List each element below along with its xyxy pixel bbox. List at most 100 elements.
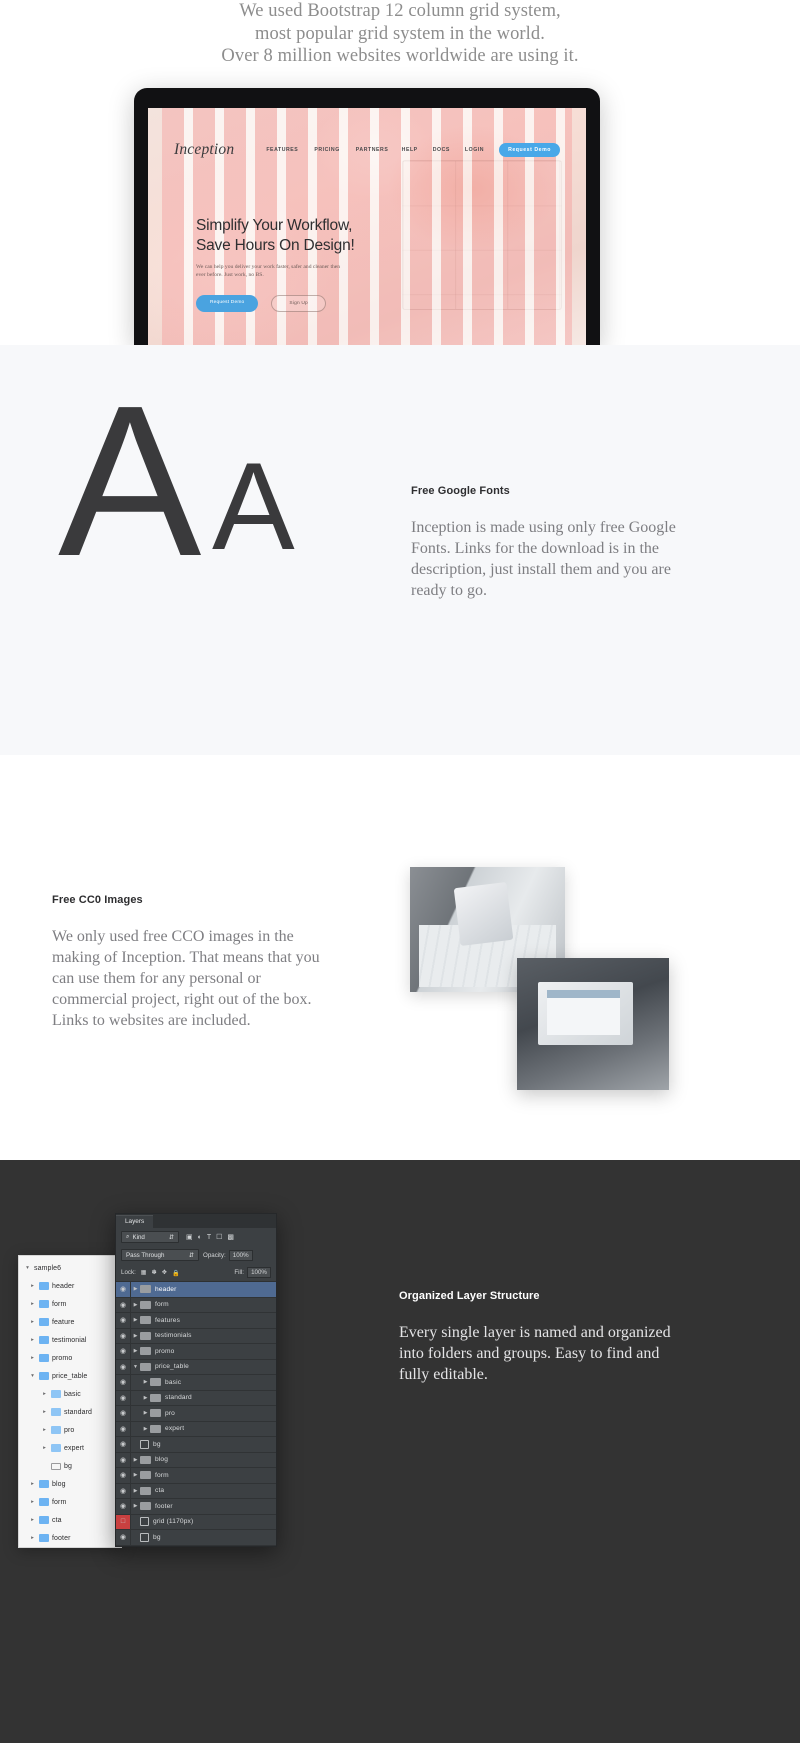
eye-visibility-toggle[interactable]: ◉ xyxy=(116,1297,131,1312)
finder-item-pro[interactable]: ▸ pro xyxy=(19,1421,121,1439)
site-logo[interactable]: Inception xyxy=(174,141,234,159)
blend-mode-select[interactable]: Pass Through ⇵ xyxy=(121,1249,199,1261)
chevron-down-icon[interactable]: ▾ xyxy=(29,1373,36,1379)
chevron-right-icon[interactable]: ▸ xyxy=(29,1481,36,1487)
chevron-right-icon[interactable]: ▶ xyxy=(131,1503,140,1509)
chevron-right-icon[interactable]: ▸ xyxy=(41,1409,48,1415)
finder-item-standard[interactable]: ▸ standard xyxy=(19,1403,121,1421)
layer-row[interactable]: ◉ bg xyxy=(116,1530,276,1546)
lock-icon[interactable]: 🔒 xyxy=(172,1269,180,1277)
tab-layers[interactable]: Layers xyxy=(116,1215,154,1228)
layer-row[interactable]: ◉ ▶ expert xyxy=(116,1421,276,1437)
hero-request-demo-button[interactable]: Request Demo xyxy=(196,295,259,313)
chevron-right-icon[interactable]: ▶ xyxy=(141,1410,150,1416)
chevron-right-icon[interactable]: ▸ xyxy=(29,1517,36,1523)
finder-item-cta[interactable]: ▸ cta xyxy=(19,1511,121,1529)
eye-visibility-toggle[interactable]: ◉ xyxy=(116,1421,131,1436)
chevron-right-icon[interactable]: ▸ xyxy=(41,1391,48,1397)
chevron-right-icon[interactable]: ▶ xyxy=(131,1472,140,1478)
opacity-control[interactable]: Opacity: 100% xyxy=(203,1249,253,1261)
nav-item-features[interactable]: FEATURES xyxy=(266,147,298,153)
chevron-right-icon[interactable]: ▶ xyxy=(131,1348,140,1354)
layer-row[interactable]: ◉ ▶ basic xyxy=(116,1375,276,1391)
nav-item-login[interactable]: LOGIN xyxy=(465,147,484,153)
photoshop-layers-panel[interactable]: Layers ⌕ Kind ⇵ ▣ ◐ T ☐ ▩ Pass Through ⇵… xyxy=(115,1213,277,1547)
finder-item-bg[interactable]: bg xyxy=(19,1457,121,1475)
layer-row[interactable]: ◉ ▶ testimonials xyxy=(116,1328,276,1344)
eye-visibility-toggle[interactable]: ◉ xyxy=(116,1359,131,1374)
hero-sign-up-button[interactable]: Sign Up xyxy=(271,295,326,313)
eye-visibility-toggle[interactable]: ◉ xyxy=(116,1282,131,1297)
layer-row[interactable]: ◉ ▶ standard xyxy=(116,1390,276,1406)
chevron-right-icon[interactable]: ▶ xyxy=(131,1286,140,1292)
chevron-right-icon[interactable]: ▶ xyxy=(131,1317,140,1323)
eye-visibility-toggle[interactable]: ◉ xyxy=(116,1344,131,1359)
finder-root-row[interactable]: ▾ sample6 xyxy=(19,1259,121,1277)
layer-row[interactable]: ◉ bg xyxy=(116,1437,276,1453)
layer-row[interactable]: ◉ ▶ blog xyxy=(116,1452,276,1468)
eye-visibility-toggle[interactable]: ◉ xyxy=(116,1313,131,1328)
eye-visibility-toggle[interactable]: ◉ xyxy=(116,1390,131,1405)
finder-file-tree[interactable]: ▾ sample6 ▸ header ▸ form ▸ feature ▸ testimoni… xyxy=(18,1255,122,1548)
eye-visibility-toggle[interactable]: ◉ xyxy=(116,1375,131,1390)
finder-item-form[interactable]: ▸ form xyxy=(19,1493,121,1511)
chevron-right-icon[interactable]: ▸ xyxy=(29,1499,36,1505)
layer-row[interactable]: □ grid (1170px) xyxy=(116,1514,276,1530)
chevron-right-icon[interactable]: ▸ xyxy=(29,1337,36,1343)
finder-item-blog[interactable]: ▸ blog xyxy=(19,1475,121,1493)
layer-row[interactable]: ◉ ▶ header xyxy=(116,1282,276,1298)
eye-visibility-toggle[interactable]: ◉ xyxy=(116,1468,131,1483)
layer-row[interactable]: ◉ ▶ cta xyxy=(116,1483,276,1499)
finder-item-price_table[interactable]: ▾ price_table xyxy=(19,1367,121,1385)
finder-item-form[interactable]: ▸ form xyxy=(19,1295,121,1313)
chevron-right-icon[interactable]: ▶ xyxy=(141,1395,150,1401)
eye-visibility-toggle[interactable]: ◉ xyxy=(116,1406,131,1421)
finder-item-basic[interactable]: ▸ basic xyxy=(19,1385,121,1403)
finder-item-promo[interactable]: ▸ promo xyxy=(19,1349,121,1367)
layer-row[interactable]: ◉ ▼ price_table xyxy=(116,1359,276,1375)
chevron-right-icon[interactable]: ▸ xyxy=(29,1283,36,1289)
eye-visibility-toggle[interactable]: ◉ xyxy=(116,1437,131,1452)
eye-visibility-toggle[interactable]: ◉ xyxy=(116,1499,131,1514)
eye-visibility-toggle[interactable]: ◉ xyxy=(116,1530,131,1545)
chevron-right-icon[interactable]: ▸ xyxy=(29,1301,36,1307)
opacity-value[interactable]: 100% xyxy=(228,1249,253,1261)
type-icon[interactable]: T xyxy=(207,1234,211,1241)
transparency-icon[interactable]: ▦ xyxy=(141,1269,147,1276)
nav-request-demo-button[interactable]: Request Demo xyxy=(499,143,560,157)
chevron-right-icon[interactable]: ▸ xyxy=(41,1427,48,1433)
chevron-right-icon[interactable]: ▶ xyxy=(131,1333,140,1339)
chevron-right-icon[interactable]: ▶ xyxy=(131,1457,140,1463)
shape-icon[interactable]: ☐ xyxy=(216,1233,222,1241)
move-icon[interactable]: ✥ xyxy=(162,1269,167,1276)
nav-item-partners[interactable]: PARTNERS xyxy=(356,147,389,153)
layer-row[interactable]: ◉ ▶ footer xyxy=(116,1499,276,1515)
fill-value[interactable]: 100% xyxy=(247,1267,271,1278)
nav-item-help[interactable]: HELP xyxy=(402,147,418,153)
eye-visibility-toggle[interactable]: □ xyxy=(116,1514,131,1529)
nav-item-docs[interactable]: DOCS xyxy=(433,147,450,153)
chevron-right-icon[interactable]: ▶ xyxy=(141,1426,150,1432)
chevron-down-icon[interactable]: ▼ xyxy=(131,1364,140,1370)
adjustment-icon[interactable]: ◐ xyxy=(198,1234,202,1241)
eye-visibility-toggle[interactable]: ◉ xyxy=(116,1483,131,1498)
finder-item-feature[interactable]: ▸ feature xyxy=(19,1313,121,1331)
chevron-down-icon[interactable]: ⇵ xyxy=(169,1234,174,1241)
pixel-icon[interactable]: ▣ xyxy=(186,1233,193,1241)
chevron-right-icon[interactable]: ▸ xyxy=(29,1319,36,1325)
filter-kind-select[interactable]: ⌕ Kind ⇵ xyxy=(121,1231,179,1243)
layer-row[interactable]: ◉ ▶ features xyxy=(116,1313,276,1329)
layer-row[interactable]: ◉ ▶ pro xyxy=(116,1406,276,1422)
layer-row[interactable]: ◉ ▶ form xyxy=(116,1468,276,1484)
chevron-right-icon[interactable]: ▶ xyxy=(131,1302,140,1308)
layer-row[interactable]: ◉ ▶ form xyxy=(116,1297,276,1313)
chevron-right-icon[interactable]: ▸ xyxy=(29,1535,36,1541)
finder-item-header[interactable]: ▸ header xyxy=(19,1277,121,1295)
chevron-down-icon[interactable]: ▾ xyxy=(24,1265,31,1271)
nav-item-pricing[interactable]: PRICING xyxy=(314,147,339,153)
finder-item-testimonial[interactable]: ▸ testimonial xyxy=(19,1331,121,1349)
chevron-right-icon[interactable]: ▶ xyxy=(141,1379,150,1385)
chevron-right-icon[interactable]: ▸ xyxy=(29,1355,36,1361)
fill-control[interactable]: Fill: 100% xyxy=(234,1267,271,1278)
layer-row[interactable]: ◉ ▶ promo xyxy=(116,1344,276,1360)
